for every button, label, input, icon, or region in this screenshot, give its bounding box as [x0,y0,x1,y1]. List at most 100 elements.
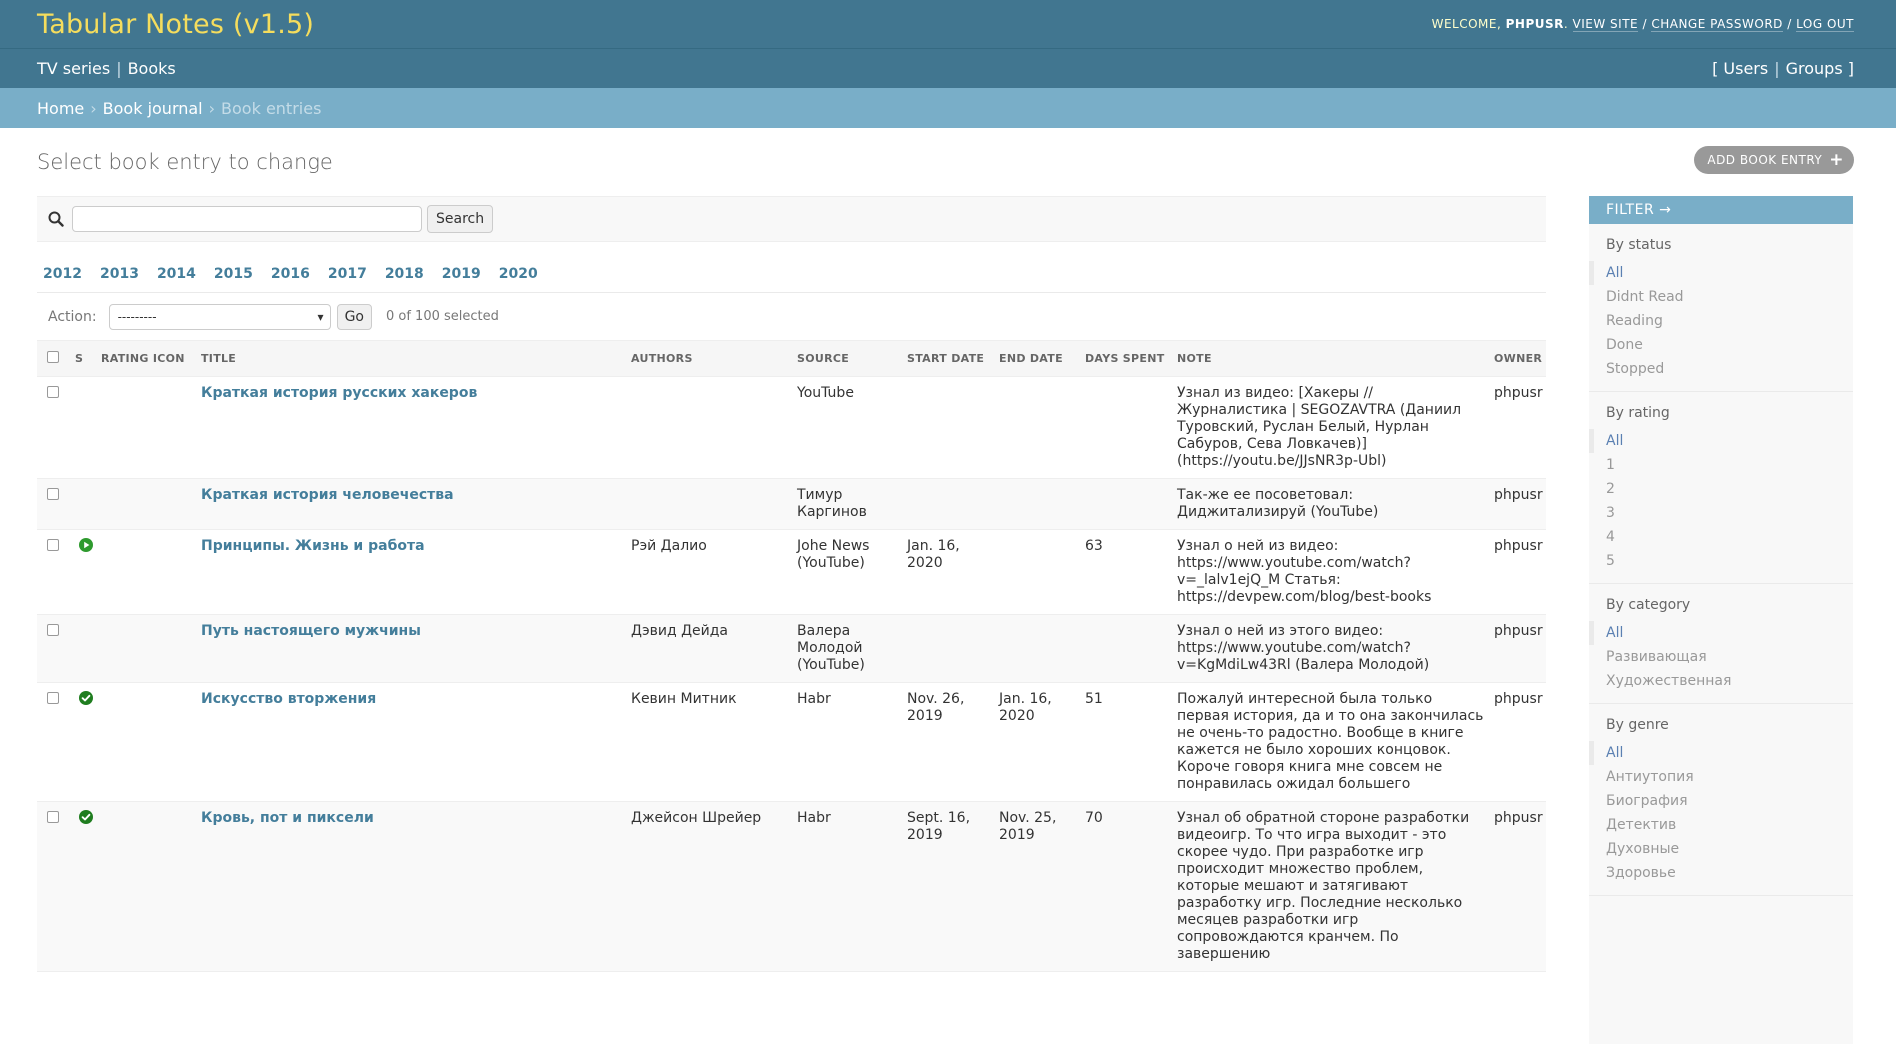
welcome-text: WELCOME, [1431,17,1502,31]
filter-option-link[interactable]: Здоровье [1606,865,1676,881]
column-header[interactable]: TITLE [197,341,627,377]
navbar-right: [ Users | Groups ] [1712,59,1854,78]
filter-option-link[interactable]: Stopped [1606,361,1664,377]
filter-option: 4 [1589,525,1853,549]
column-header[interactable]: SOURCE [793,341,903,377]
owner-cell: phpusr [1490,801,1546,972]
row-checkbox[interactable] [47,623,59,636]
filter-option-link[interactable]: Reading [1606,313,1663,329]
column-header[interactable]: DAYS SPENT [1081,341,1173,377]
nav-groups[interactable]: Groups [1786,59,1843,78]
column-header[interactable]: OWNER [1490,341,1546,377]
column-header[interactable]: RATING ICON [97,341,197,377]
status-cell [71,478,97,530]
filter-group: By genre All Антиутопия Биография Детектив Ду… [1589,704,1853,896]
column-header[interactable]: S [71,341,97,377]
year-link[interactable]: 2016 [271,266,310,282]
action-selected-option: --------- [117,309,157,324]
nav-users[interactable]: Users [1723,59,1768,78]
filter-option-link[interactable]: Духовные [1606,841,1679,857]
nav-books[interactable]: Books [128,59,176,78]
book-title-link[interactable]: Краткая история русских хакеров [201,385,477,401]
filter-option-link[interactable]: 1 [1606,457,1615,473]
column-header[interactable]: END DATE [995,341,1081,377]
days-spent-cell: 51 [1081,682,1173,802]
filter-option-link[interactable]: Развивающая [1606,649,1707,665]
end-date-cell [995,529,1081,615]
book-title-link[interactable]: Путь настоящего мужчины [201,623,421,639]
change-password-link[interactable]: CHANGE PASSWORD [1651,17,1783,32]
filter-option-link[interactable]: All [1606,625,1623,641]
view-site-link[interactable]: VIEW SITE [1572,17,1639,32]
filter-option: Didnt Read [1589,285,1853,309]
year-link[interactable]: 2020 [499,266,538,282]
user-tools: WELCOME, PHPUSR. VIEW SITE / CHANGE PASS… [1431,17,1854,32]
filter-option-link[interactable]: Детектив [1606,817,1676,833]
nav-tv-series[interactable]: TV series [37,59,110,78]
table-row: Искусство вторжения Кевин Митник Habr Nov. … [37,682,1546,802]
filter-option-link[interactable]: Didnt Read [1606,289,1684,305]
filter-option-link[interactable]: Антиутопия [1606,769,1694,785]
nav-separator: | [1774,59,1780,78]
select-all-checkbox[interactable] [47,350,59,363]
year-link[interactable]: 2018 [385,266,424,282]
year-link[interactable]: 2017 [328,266,367,282]
check-status-icon [79,690,93,705]
status-cell [71,801,97,972]
end-date-cell: Jan. 16, 2020 [995,682,1081,802]
filter-option-link[interactable]: All [1606,265,1623,281]
book-title-link[interactable]: Принципы. Жизнь и работа [201,538,425,554]
filter-option-link[interactable]: Художественная [1606,673,1731,689]
column-header[interactable]: START DATE [903,341,995,377]
row-checkbox[interactable] [47,691,59,704]
filter-option: All [1589,621,1853,645]
breadcrumb-home[interactable]: Home [37,99,84,118]
year-link[interactable]: 2013 [100,266,139,282]
log-out-link[interactable]: LOG OUT [1796,17,1854,32]
filter-option-link[interactable]: All [1606,745,1623,761]
filter-groups: By status All Didnt Read Reading Done Stopped… [1589,224,1853,896]
action-select[interactable]: --------- ▾ [108,303,331,330]
book-title-link[interactable]: Кровь, пот и пиксели [201,810,374,826]
book-title-link[interactable]: Краткая история человечества [201,487,454,503]
row-select-cell [37,682,71,802]
add-book-entry-button[interactable]: ADD BOOK ENTRY + [1694,146,1854,174]
row-select-cell [37,801,71,972]
search-button[interactable]: Search [427,205,494,233]
filter-option-link[interactable]: 4 [1606,529,1615,545]
source-cell: Habr [793,682,903,802]
filter-option-link[interactable]: Done [1606,337,1643,353]
title-cell: Краткая история человечества [197,478,627,530]
row-checkbox[interactable] [47,810,59,823]
year-link[interactable]: 2019 [442,266,481,282]
search-input[interactable] [72,206,422,232]
site-branding[interactable]: Tabular Notes (v1.5) [37,9,314,40]
end-date-cell [995,478,1081,530]
filter-option-link[interactable]: 3 [1606,505,1615,521]
year-link[interactable]: 2015 [214,266,253,282]
row-checkbox[interactable] [47,538,59,551]
column-header[interactable]: NOTE [1173,341,1490,377]
book-title-link[interactable]: Искусство вторжения [201,691,376,707]
go-button[interactable]: Go [336,303,372,330]
year-link[interactable]: 2014 [157,266,196,282]
filter-group-title: By genre [1606,717,1669,733]
source-cell: Тимур Каргинов [793,478,903,530]
filter-option-link[interactable]: Биография [1606,793,1688,809]
filter-option-link[interactable]: All [1606,433,1623,449]
filter-option-link[interactable]: 2 [1606,481,1615,497]
bracket-open: [ [1712,59,1719,78]
date-hierarchy: 2012 2013 2014 2015 2016 2017 2018 2019 2020 [37,256,1546,293]
year-link[interactable]: 2012 [43,266,82,282]
title-cell: Путь настоящего мужчины [197,614,627,683]
filter-options: All Антиутопия Биография Детектив Духовные Зд… [1589,741,1853,885]
status-cell [71,376,97,479]
table-row: Путь настоящего мужчины Дэвид Дейда Валера… [37,614,1546,683]
row-checkbox[interactable] [47,487,59,500]
row-checkbox[interactable] [47,385,59,398]
filter-option-link[interactable]: 5 [1606,553,1615,569]
title-cell: Принципы. Жизнь и работа [197,529,627,615]
breadcrumb-book-journal[interactable]: Book journal [103,99,203,118]
column-header[interactable]: AUTHORS [627,341,793,377]
select-all-cell [37,341,71,377]
